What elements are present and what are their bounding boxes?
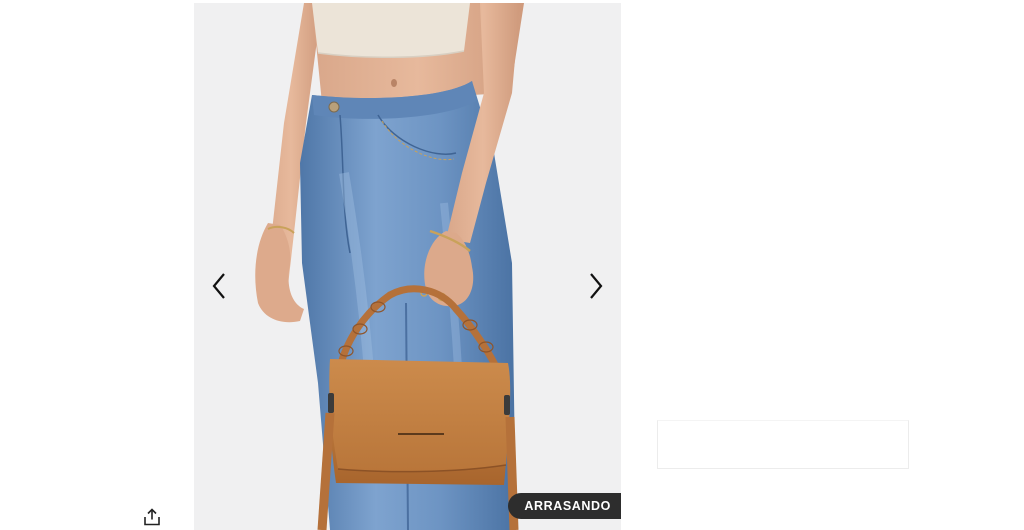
- selling-fast-badge: ARRASANDO: [508, 493, 621, 519]
- share-icon: [144, 508, 160, 526]
- share-button[interactable]: [141, 506, 163, 528]
- next-image-button[interactable]: [581, 269, 611, 303]
- product-page: ARRASANDO: [0, 0, 1024, 530]
- chevron-left-icon: [212, 273, 225, 299]
- chevron-right-icon: [590, 273, 603, 299]
- previous-image-button[interactable]: [204, 269, 234, 303]
- product-info-placeholder: [657, 420, 909, 469]
- product-photo: [194, 3, 621, 530]
- product-image-gallery[interactable]: ARRASANDO: [194, 3, 621, 530]
